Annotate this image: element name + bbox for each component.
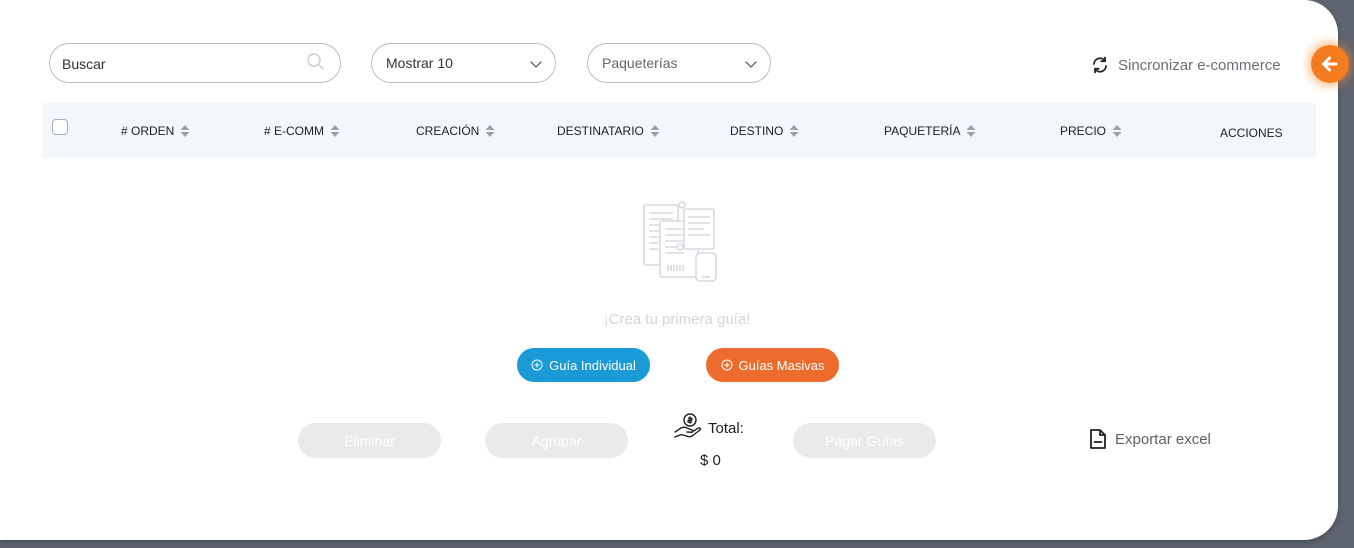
column-header-precio[interactable]: PRECIO (1060, 124, 1122, 138)
column-label: PAQUETERÍA (884, 124, 961, 138)
delete-button[interactable]: Eliminar (298, 423, 441, 458)
carrier-select[interactable]: Paqueterías (587, 43, 771, 83)
individual-guide-label: Guía Individual (549, 357, 636, 373)
money-hand-icon (674, 413, 702, 438)
plus-circle-icon (531, 359, 543, 371)
column-label: # ORDEN (121, 124, 175, 138)
chevron-down-icon (530, 61, 542, 68)
carrier-select-value: Paqueterías (602, 55, 678, 71)
file-icon (1090, 429, 1106, 449)
sync-label: Sincronizar e-commerce (1118, 56, 1281, 74)
orders-panel: Mostrar 10 Paqueterías Sincronizar e-com… (0, 0, 1338, 540)
export-excel-label: Exportar excel (1115, 430, 1211, 448)
group-button[interactable]: Agrupar (485, 423, 628, 458)
column-header-ecomm[interactable]: # E-COMM (264, 124, 340, 138)
search-box[interactable] (49, 43, 341, 83)
back-button[interactable] (1311, 45, 1349, 83)
sync-icon (1093, 56, 1107, 74)
column-header-creacion[interactable]: CREACIÓN (416, 124, 495, 138)
sync-ecommerce-button[interactable]: Sincronizar e-commerce (1090, 54, 1281, 76)
export-excel-button[interactable]: Exportar excel (1089, 428, 1211, 450)
sort-icon[interactable] (330, 124, 340, 138)
page-size-value: Mostrar 10 (386, 55, 453, 71)
sort-icon[interactable] (650, 124, 660, 138)
sort-icon[interactable] (966, 124, 976, 138)
sort-icon[interactable] (180, 124, 190, 138)
table-header: # ORDEN # E-COMM CREACIÓN DESTINATARIO D… (42, 103, 1316, 158)
column-label: # E-COMM (264, 124, 324, 138)
search-input[interactable] (62, 53, 292, 75)
column-label: CREACIÓN (416, 124, 480, 138)
total-label: Total: (708, 420, 744, 437)
column-header-paqueteria[interactable]: PAQUETERÍA (884, 124, 976, 138)
total-value: $ 0 (700, 452, 721, 469)
individual-guide-button[interactable]: Guía Individual (517, 348, 650, 382)
column-label: DESTINO (730, 124, 784, 138)
sort-icon[interactable] (485, 124, 495, 138)
column-label: DESTINATARIO (557, 124, 644, 138)
column-header-destinatario[interactable]: DESTINATARIO (557, 124, 660, 138)
column-label: PRECIO (1060, 124, 1107, 138)
sort-icon[interactable] (789, 124, 799, 138)
sort-icon[interactable] (1112, 124, 1122, 138)
page-size-select[interactable]: Mostrar 10 (371, 43, 556, 83)
empty-state-message: ¡Crea tu primera guía! (603, 311, 751, 328)
search-icon[interactable] (306, 52, 326, 72)
plus-circle-icon (721, 359, 732, 371)
chevron-down-icon (745, 61, 757, 68)
bulk-guides-button[interactable]: Guías Masivas (706, 348, 839, 382)
bulk-guides-label: Guías Masivas (738, 357, 825, 373)
column-header-destino[interactable]: DESTINO (730, 124, 799, 138)
column-header-acciones: ACCIONES (1220, 126, 1283, 140)
pay-guides-button[interactable]: Pagar Guías (793, 423, 936, 458)
select-all-checkbox[interactable] (52, 119, 68, 135)
column-header-orden[interactable]: # ORDEN (121, 124, 190, 138)
arrow-left-icon (1322, 56, 1338, 72)
column-label: ACCIONES (1220, 126, 1283, 140)
documents-illustration-icon (643, 201, 717, 282)
